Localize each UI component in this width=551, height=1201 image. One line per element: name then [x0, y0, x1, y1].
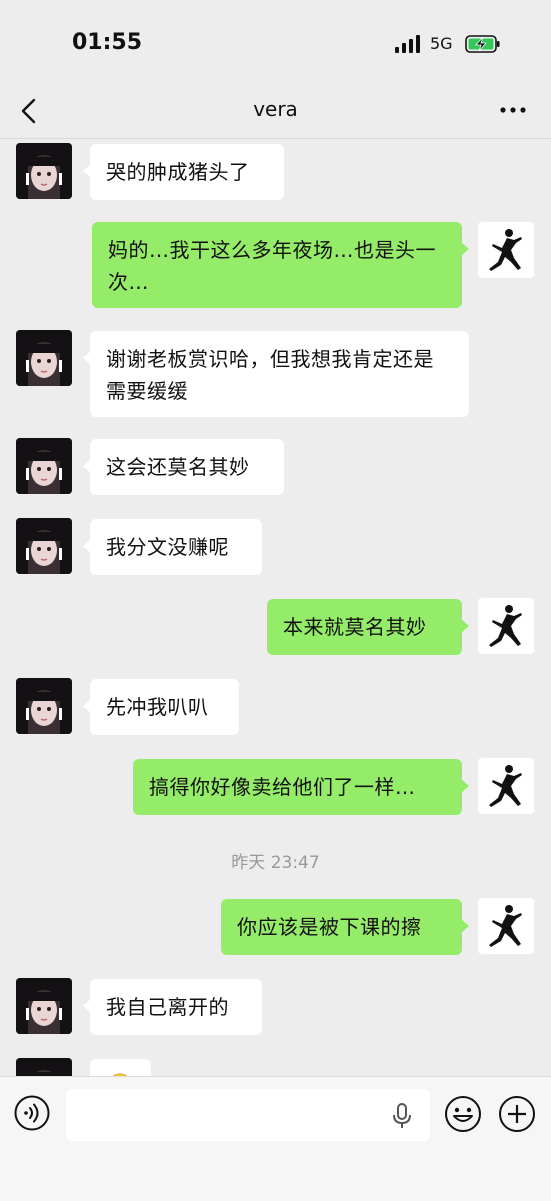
message-row-outgoing: 你应该是被下课的擦	[0, 898, 551, 958]
message-row-outgoing: 搞得你好像卖给他们了一样…	[0, 758, 551, 818]
contact-avatar[interactable]	[16, 978, 72, 1034]
my-avatar[interactable]	[478, 758, 534, 814]
my-avatar[interactable]	[478, 898, 534, 954]
message-text: 谢谢老板赏识哈，但我想我肯定还是需要缓缓	[106, 347, 434, 403]
plus-icon[interactable]	[498, 1095, 536, 1133]
message-row-outgoing: 妈的…我干这么多年夜场…也是头一次…	[0, 222, 551, 310]
message-text: 你应该是被下课的擦	[237, 915, 422, 939]
message-text: 哭的肿成猪头了	[106, 160, 250, 184]
message-input[interactable]	[66, 1089, 430, 1141]
message-list[interactable]: 哭的肿成猪头了 妈的…我干这么多年夜场…也是头一次… 谢谢老板赏识哈，但我想我肯…	[0, 139, 551, 1076]
message-bubble-outgoing[interactable]: 你应该是被下课的擦	[221, 899, 469, 955]
contact-avatar[interactable]	[16, 330, 72, 386]
status-time: 01:55	[72, 30, 143, 55]
message-bubble-incoming[interactable]	[90, 1059, 151, 1076]
message-bubble-incoming[interactable]: 哭的肿成猪头了	[83, 144, 284, 200]
chat-title: vera	[253, 97, 298, 121]
message-row-incoming: 哭的肿成猪头了	[0, 143, 551, 203]
contact-avatar[interactable]	[16, 1058, 72, 1076]
message-text: 这会还莫名其妙	[106, 455, 250, 479]
contact-avatar[interactable]	[16, 438, 72, 494]
message-bubble-incoming[interactable]: 我分文没赚呢	[83, 519, 262, 575]
my-avatar[interactable]	[478, 222, 534, 278]
message-text: 我自己离开的	[106, 995, 229, 1019]
message-row-incoming: 先冲我叭叭	[0, 678, 551, 738]
battery-charging-icon	[465, 35, 500, 53]
contact-avatar[interactable]	[16, 143, 72, 199]
chat-header: vera	[0, 88, 551, 139]
mic-icon[interactable]	[390, 1102, 414, 1130]
message-timestamp: 昨天 23:47	[231, 853, 320, 873]
my-avatar[interactable]	[478, 598, 534, 654]
message-text: 我分文没赚呢	[106, 535, 229, 559]
message-bubble-incoming[interactable]: 谢谢老板赏识哈，但我想我肯定还是需要缓缓	[83, 331, 469, 417]
message-bubble-outgoing[interactable]: 妈的…我干这么多年夜场…也是头一次…	[92, 222, 469, 308]
voice-icon[interactable]	[14, 1095, 50, 1131]
status-bar: 01:55 5G	[0, 0, 551, 88]
message-bubble-incoming[interactable]: 先冲我叭叭	[83, 679, 239, 735]
message-text: 妈的…我干这么多年夜场…也是头一次…	[108, 238, 436, 294]
message-bubble-incoming[interactable]: 这会还莫名其妙	[83, 439, 284, 495]
signal-icon	[395, 35, 420, 53]
more-icon[interactable]	[498, 100, 528, 120]
message-row-incoming: 这会还莫名其妙	[0, 438, 551, 498]
contact-avatar[interactable]	[16, 518, 72, 574]
message-row-incoming-partial	[0, 1058, 551, 1076]
input-bar	[0, 1076, 551, 1201]
message-text: 本来就莫名其妙	[283, 615, 427, 639]
message-row-incoming: 我自己离开的	[0, 978, 551, 1038]
message-text: 先冲我叭叭	[106, 695, 209, 719]
emoji-icon[interactable]	[444, 1095, 482, 1133]
network-type: 5G	[430, 34, 453, 53]
contact-avatar[interactable]	[16, 678, 72, 734]
message-row-incoming: 谢谢老板赏识哈，但我想我肯定还是需要缓缓	[0, 330, 551, 418]
message-row-incoming: 我分文没赚呢	[0, 518, 551, 578]
message-text: 搞得你好像卖给他们了一样…	[149, 775, 416, 799]
message-row-outgoing: 本来就莫名其妙	[0, 598, 551, 658]
message-bubble-outgoing[interactable]: 本来就莫名其妙	[267, 599, 469, 655]
message-bubble-outgoing[interactable]: 搞得你好像卖给他们了一样…	[133, 759, 469, 815]
message-bubble-incoming[interactable]: 我自己离开的	[83, 979, 262, 1035]
